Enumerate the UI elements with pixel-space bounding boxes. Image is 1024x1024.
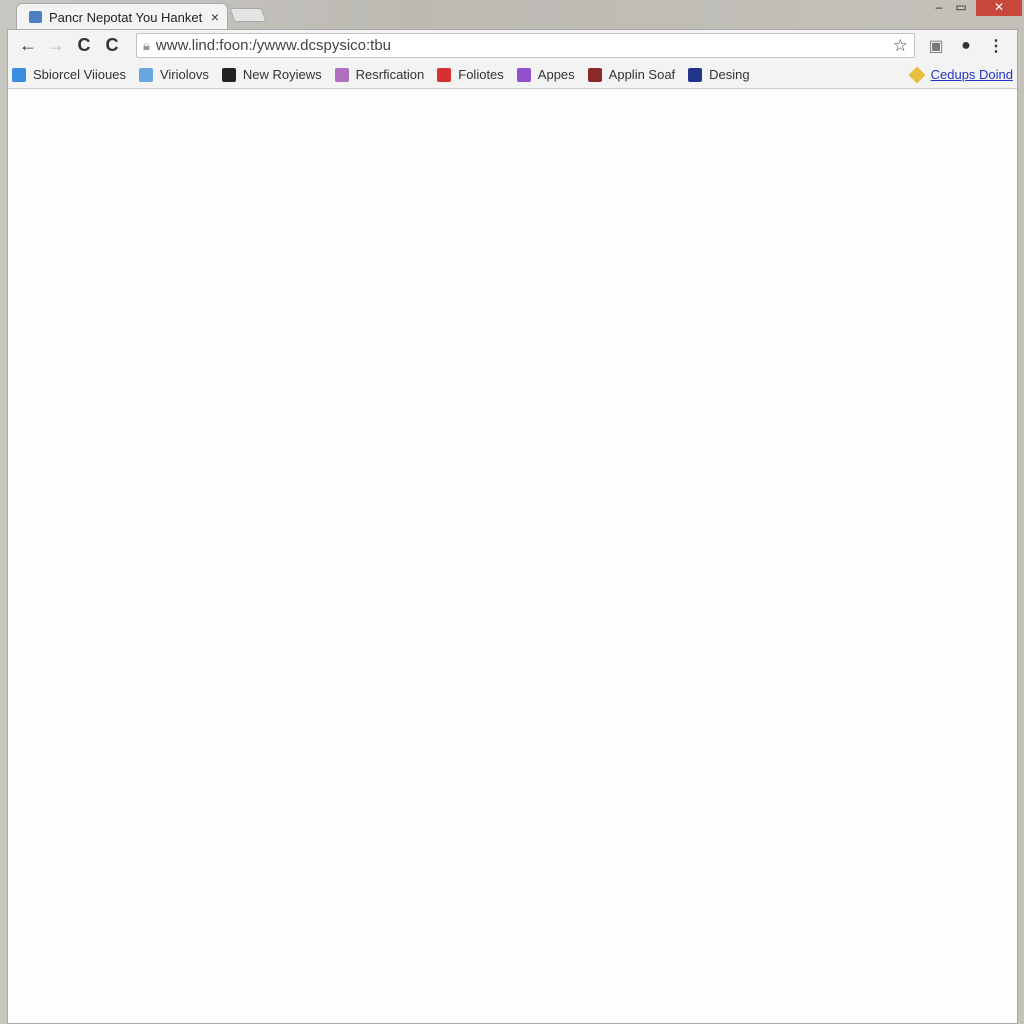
- bookmark-item[interactable]: Appes: [516, 67, 575, 82]
- bookmark-blue-icon: [12, 67, 26, 82]
- bookmark-label: Desing: [709, 67, 750, 82]
- apps-icon: [516, 67, 531, 82]
- forward-button[interactable]: →: [42, 35, 70, 56]
- bookmark-item[interactable]: Desing: [688, 67, 750, 82]
- favicon-icon: [29, 11, 42, 23]
- url-text[interactable]: www.lind:foon:/ywww.dcspysico:tbu: [156, 37, 893, 54]
- folio-icon: [437, 67, 452, 82]
- bookmarks-bar: Sbiorcel Viioues Viriolovs New Royiews Resr…: [8, 61, 1017, 89]
- menu-icon[interactable]: ⋮: [981, 36, 1011, 56]
- bookmark-label: Resrfication: [355, 67, 425, 82]
- address-bar[interactable]: 🔒︎ www.lind:foon:/ywww.dcspysico:tbu ☆: [136, 33, 915, 58]
- bookmark-label: Appes: [537, 67, 575, 82]
- tab-close-icon[interactable]: ×: [211, 9, 219, 25]
- tag-icon: [908, 66, 926, 83]
- bookmark-label: Viriolovs: [159, 67, 209, 82]
- back-button[interactable]: ←: [14, 35, 42, 56]
- minimize-button[interactable]: –: [928, 0, 950, 14]
- calendar-icon: [334, 67, 349, 82]
- design-icon: [688, 67, 703, 82]
- bookmark-label: Sbiorcel Viioues: [33, 67, 126, 82]
- reload-button-2[interactable]: C: [98, 35, 126, 56]
- other-bookmarks-link[interactable]: Cedups Doind: [931, 67, 1013, 82]
- lock-icon: 🔒︎: [143, 37, 150, 53]
- extension-icon[interactable]: ▣: [921, 36, 951, 56]
- bookmark-label: Applin Soaf: [608, 67, 676, 82]
- bookmark-item[interactable]: New Royiews: [221, 67, 322, 82]
- maximize-button[interactable]: ▭: [950, 0, 972, 14]
- bookmark-label: Foliotes: [458, 67, 504, 82]
- close-window-button[interactable]: ✕: [976, 0, 1022, 16]
- pen-icon: [138, 67, 153, 82]
- reload-button[interactable]: C: [70, 35, 98, 56]
- bookmark-label: New Royiews: [242, 67, 322, 82]
- bookmark-item[interactable]: Applin Soaf: [587, 67, 676, 82]
- bookmark-item[interactable]: Sbiorcel Viioues: [12, 67, 126, 82]
- page-content: [8, 90, 1017, 1023]
- bookmark-item[interactable]: Resrfication: [334, 67, 425, 82]
- book-icon: [221, 67, 236, 82]
- cup-icon: [587, 67, 602, 82]
- title-bar: Pancr Nepotat You Hanket × – ▭ ✕: [0, 0, 1024, 30]
- bookmark-star-icon[interactable]: ☆: [893, 36, 908, 56]
- tab-title: Pancr Nepotat You Hanket: [49, 9, 203, 25]
- browser-tab[interactable]: Pancr Nepotat You Hanket ×: [16, 3, 228, 30]
- toolbar: ← → C C 🔒︎ www.lind:foon:/ywww.dcspysico…: [8, 30, 1017, 61]
- browser-window: ← → C C 🔒︎ www.lind:foon:/ywww.dcspysico…: [7, 29, 1018, 1024]
- bookmark-item[interactable]: Foliotes: [437, 67, 504, 82]
- bookmark-item[interactable]: Viriolovs: [138, 67, 209, 82]
- profile-extension-icon[interactable]: ●: [951, 37, 981, 55]
- new-tab-button[interactable]: [229, 8, 267, 22]
- other-bookmarks[interactable]: Cedups Doind: [908, 66, 1013, 83]
